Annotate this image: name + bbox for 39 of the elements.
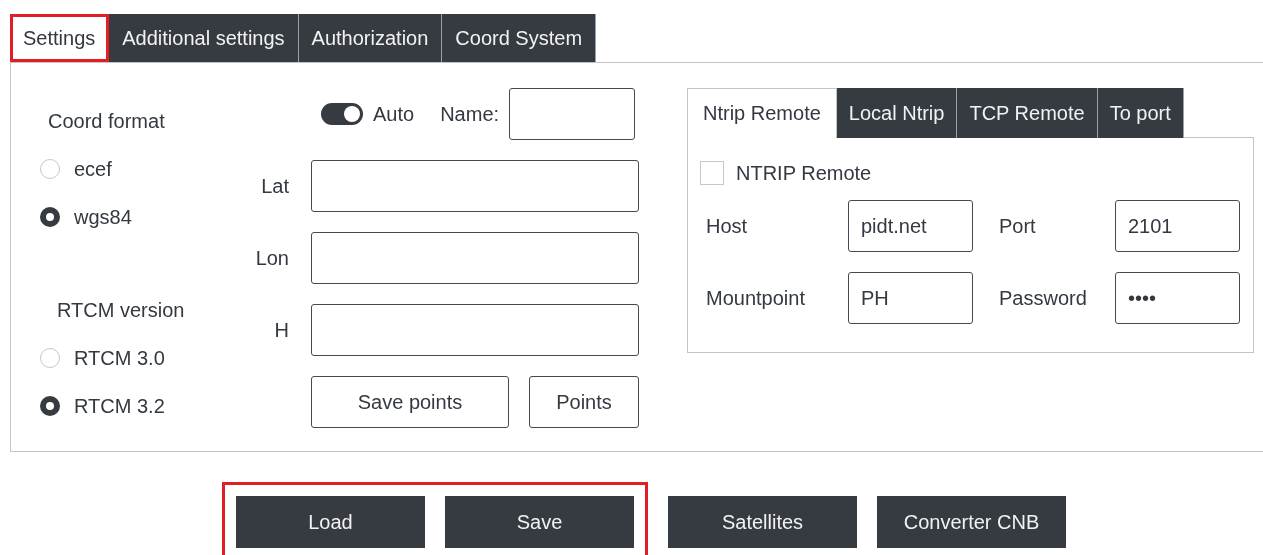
field-label: Lon	[254, 246, 289, 270]
tab[interactable]: Ntrip Remote	[687, 88, 837, 138]
coordinate-field[interactable]	[311, 304, 639, 356]
tab[interactable]: Authorization	[298, 14, 443, 62]
tab[interactable]: Additional settings	[109, 14, 299, 62]
group-label: RTCM version	[57, 298, 185, 323]
checkbox-option[interactable]: NTRIP Remote	[700, 158, 872, 188]
radio-option[interactable]: wgs84	[40, 202, 132, 232]
radio-option[interactable]: ecef	[40, 154, 112, 184]
input-field[interactable]: 2101	[1115, 200, 1240, 252]
field-label: Name:	[440, 102, 500, 126]
radio-option[interactable]: RTCM 3.0	[40, 343, 165, 373]
tab[interactable]: Settings	[10, 14, 110, 62]
tab[interactable]: To port	[1097, 88, 1184, 138]
toggle-label: Auto	[373, 102, 415, 126]
points-button[interactable]: Save points	[311, 376, 509, 428]
coordinate-field[interactable]	[311, 160, 639, 212]
radio-option[interactable]: RTCM 3.2	[40, 391, 165, 421]
field-label: Password	[998, 286, 1088, 310]
name-field[interactable]	[509, 88, 636, 140]
field-label: Host	[706, 214, 749, 238]
group-label: Coord format	[48, 109, 165, 134]
field-label: H	[273, 318, 289, 342]
tab[interactable]: TCP Remote	[957, 88, 1098, 138]
toggle-switch[interactable]	[321, 103, 363, 125]
field-label: Mountpoint	[706, 286, 806, 310]
action-button[interactable]: Satellites	[668, 496, 857, 548]
field-label: Lat	[260, 174, 289, 198]
input-field[interactable]: PH	[848, 272, 973, 324]
input-field[interactable]: pidt.net	[848, 200, 973, 252]
action-button[interactable]: Converter CNB	[877, 496, 1066, 548]
tab[interactable]: Local Ntrip	[836, 88, 958, 138]
field-label: Port	[998, 214, 1037, 238]
action-button[interactable]: Save	[445, 496, 634, 548]
tab[interactable]: Coord System	[442, 14, 597, 62]
action-button[interactable]: Load	[236, 496, 425, 548]
input-field[interactable]: ••••	[1115, 272, 1240, 324]
coordinate-field[interactable]	[311, 232, 639, 284]
points-button[interactable]: Points	[529, 376, 639, 428]
